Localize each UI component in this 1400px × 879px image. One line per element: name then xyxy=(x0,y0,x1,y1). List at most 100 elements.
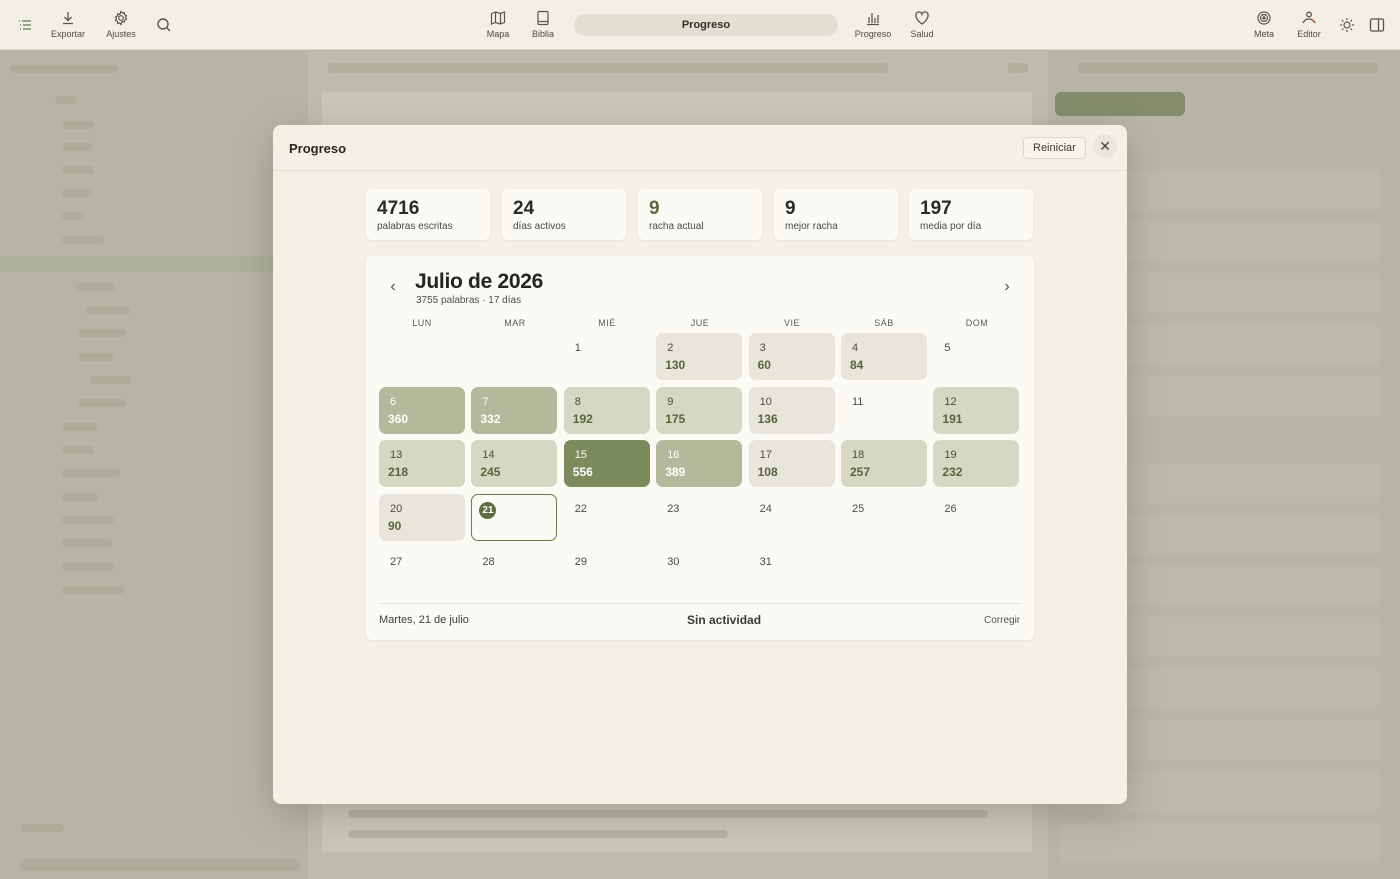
calendar-day-today[interactable]: 21 xyxy=(471,493,558,541)
day-number: 25 xyxy=(852,502,865,515)
calendar-day[interactable]: 17 108 xyxy=(748,440,835,488)
calendar-day[interactable]: 25 xyxy=(841,494,927,541)
day-number: 13 xyxy=(390,449,403,462)
calendar-day[interactable]: 10 136 xyxy=(748,386,835,434)
calendar-day[interactable]: 19 232 xyxy=(933,440,1020,488)
sidebar-toggle-icon[interactable] xyxy=(1368,16,1386,34)
calendar-day[interactable]: 16 389 xyxy=(656,440,743,488)
calendar-day[interactable]: 3 60 xyxy=(748,333,835,380)
stat-best-streak: 9 mejor racha xyxy=(774,189,898,240)
day-word-count: 245 xyxy=(480,465,501,480)
search-icon[interactable] xyxy=(155,16,173,34)
day-number: 9 xyxy=(667,395,674,408)
map-label: Mapa xyxy=(486,29,510,39)
calendar-day[interactable]: 7 332 xyxy=(471,386,558,434)
progress-modal: Progreso Reiniciar ✕ 4716 palabras escri… xyxy=(273,125,1127,804)
calendar-day[interactable]: 14 245 xyxy=(471,440,558,488)
close-button[interactable]: ✕ xyxy=(1093,134,1117,158)
day-number: 18 xyxy=(852,449,865,462)
stat-caption: racha actual xyxy=(649,221,704,232)
calendar-day[interactable]: 22 xyxy=(564,494,650,541)
calendar-day[interactable]: 5 xyxy=(933,333,1019,380)
editor-button[interactable]: Editor xyxy=(1284,10,1334,39)
bible-button[interactable]: Biblia xyxy=(518,10,568,39)
editor-icon xyxy=(1302,11,1316,24)
correct-button[interactable]: Corregir xyxy=(984,615,1020,626)
heart-icon xyxy=(915,11,929,25)
calendar-day[interactable]: 30 xyxy=(656,547,742,594)
day-number: 28 xyxy=(482,556,495,569)
sun-icon[interactable] xyxy=(1338,16,1356,34)
chevron-right-icon: › xyxy=(1004,278,1010,295)
calendar-day[interactable]: 20 90 xyxy=(379,493,465,541)
day-number: 11 xyxy=(852,395,864,408)
day-number: 14 xyxy=(482,449,495,462)
goal-button[interactable]: Meta xyxy=(1239,10,1289,39)
calendar-day[interactable]: 8 192 xyxy=(563,386,650,434)
day-number: 17 xyxy=(759,449,772,462)
editor-label: Editor xyxy=(1297,29,1321,39)
day-number: 21 xyxy=(479,501,497,519)
calendar-day[interactable]: 26 xyxy=(933,494,1019,541)
calendar-day[interactable]: 15 556 xyxy=(563,440,650,488)
calendar-day[interactable]: 6 360 xyxy=(379,386,465,434)
calendar-month-title: Julio de 2026 xyxy=(415,270,543,293)
day-word-count: 84 xyxy=(850,358,864,372)
health-button[interactable]: Salud xyxy=(897,10,947,39)
day-word-count: 175 xyxy=(665,411,686,426)
day-number: 26 xyxy=(944,502,957,515)
outline-icon[interactable] xyxy=(16,16,34,34)
calendar-day[interactable]: 12 191 xyxy=(933,386,1020,434)
day-number: 22 xyxy=(574,502,588,515)
settings-button[interactable]: Ajustes xyxy=(96,10,146,39)
calendar-day[interactable]: 1 xyxy=(564,333,650,380)
day-word-count: 192 xyxy=(572,411,593,426)
day-number: 10 xyxy=(759,395,772,408)
calendar-day[interactable]: 18 257 xyxy=(841,440,927,488)
modal-header: Progreso Reiniciar ✕ xyxy=(273,125,1127,171)
selected-date: Martes, 21 de julio xyxy=(379,614,469,626)
calendar-day[interactable]: 28 xyxy=(471,547,557,594)
stat-caption: días activos xyxy=(513,221,566,232)
day-number: 3 xyxy=(759,342,766,354)
calendar-day[interactable]: 31 xyxy=(749,547,835,594)
calendar-day[interactable]: 4 84 xyxy=(841,333,927,380)
bible-label: Biblia xyxy=(531,29,554,39)
progress-label: Progreso xyxy=(854,29,892,39)
day-word-count: 191 xyxy=(942,411,963,426)
calendar-day[interactable]: 9 175 xyxy=(656,386,743,434)
reset-button[interactable]: Reiniciar xyxy=(1023,137,1086,159)
download-icon xyxy=(63,12,73,25)
day-number: 1 xyxy=(574,342,581,354)
export-button[interactable]: Exportar xyxy=(43,10,93,39)
map-button[interactable]: Mapa xyxy=(473,10,523,39)
next-month-button[interactable]: › xyxy=(998,278,1016,296)
calendar-day[interactable]: 23 xyxy=(656,494,742,541)
calendar-month-summary: 3755 palabras · 17 días xyxy=(416,295,522,306)
day-number: 7 xyxy=(482,395,489,408)
settings-label: Ajustes xyxy=(106,29,136,39)
progress-button[interactable]: Progreso xyxy=(848,10,898,39)
day-number: 15 xyxy=(574,449,588,462)
day-number: 27 xyxy=(390,556,403,569)
calendar-day[interactable]: 27 xyxy=(379,547,465,594)
calendar-day[interactable]: 29 xyxy=(564,547,650,594)
day-word-count: 136 xyxy=(757,411,778,426)
calendar-day[interactable]: 24 xyxy=(749,494,835,541)
target-icon xyxy=(1257,11,1271,25)
weekday-header: DOM xyxy=(965,318,989,328)
stat-value: 9 xyxy=(649,198,660,219)
day-word-count: 360 xyxy=(388,411,409,426)
calendar-day[interactable]: 11 xyxy=(841,387,927,434)
day-word-count: 218 xyxy=(388,465,409,480)
day-number: 20 xyxy=(390,502,403,515)
chevron-left-icon: ‹ xyxy=(390,278,396,295)
day-number: 31 xyxy=(759,556,772,569)
day-number: 8 xyxy=(574,395,581,408)
calendar-day[interactable]: 13 218 xyxy=(379,440,465,488)
day-word-count: 108 xyxy=(757,465,778,480)
previous-month-button[interactable]: ‹ xyxy=(384,278,402,296)
selected-day-status: Sin actividad xyxy=(687,613,762,627)
goal-label: Meta xyxy=(1253,29,1274,39)
calendar-day[interactable]: 2 130 xyxy=(656,333,743,380)
